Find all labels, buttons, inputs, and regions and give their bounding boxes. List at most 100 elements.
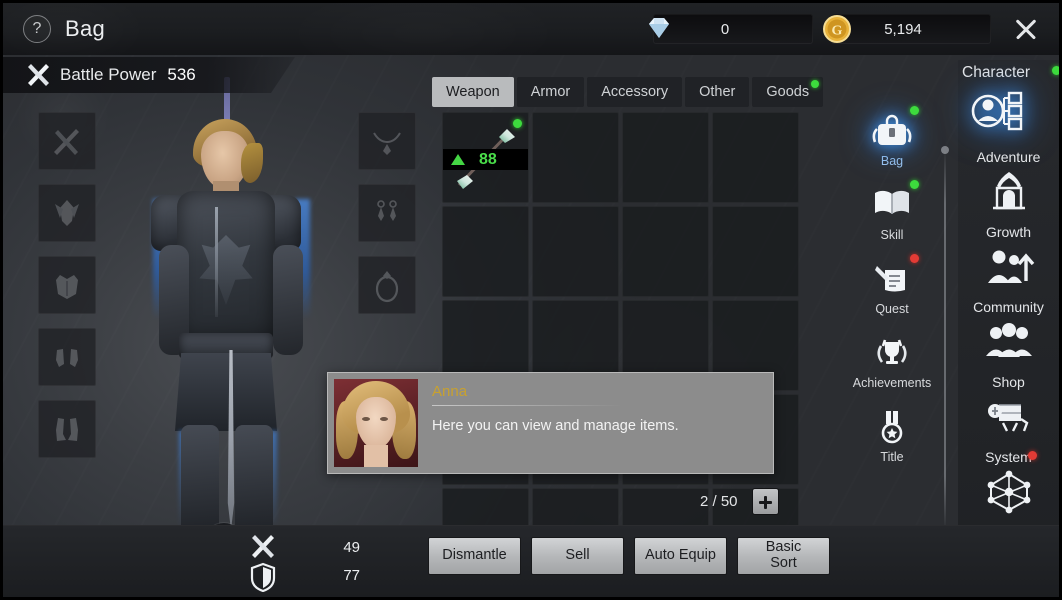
window-header: ? Bag 0 G 5,194 (3, 3, 1059, 55)
medal-icon (869, 404, 915, 448)
expand-capacity-button[interactable] (751, 488, 779, 515)
bag-badge-dot (910, 106, 919, 115)
item-level-bar: 88 (443, 149, 528, 170)
dismantle-button[interactable]: Dismantle (428, 537, 521, 575)
trophy-wreath-icon (869, 330, 915, 374)
ring-icon (375, 271, 399, 303)
menu-item-bag-label: Bag (880, 154, 904, 168)
anna-portrait (334, 379, 418, 467)
system-badge-dot (1028, 451, 1037, 460)
basic-sort-button[interactable]: Basic Sort (737, 537, 830, 575)
menu-item-skill[interactable]: Skill (856, 180, 928, 242)
nav-item-community[interactable]: Community (958, 299, 1059, 364)
diamond-currency[interactable]: 0 (649, 14, 813, 44)
tab-accessory[interactable]: Accessory (587, 77, 683, 107)
close-icon[interactable] (1009, 12, 1043, 46)
growth-arrow-icon (983, 241, 1035, 289)
crossed-swords-icon (28, 64, 49, 86)
nav-item-shop[interactable]: Shop (958, 374, 1059, 439)
menu-item-bag[interactable]: Bag (856, 106, 928, 168)
svg-text:G: G (832, 24, 843, 39)
menu-item-title[interactable]: Title (856, 404, 928, 464)
menu-item-achievements-label: Achievements (852, 376, 932, 390)
defense-value: 77 (343, 567, 360, 584)
basic-sort-label: Basic Sort (765, 539, 802, 571)
tab-accessory-label: Accessory (601, 84, 669, 100)
nav-item-adventure-label: Adventure (976, 149, 1041, 165)
inventory-slot-empty[interactable] (712, 206, 799, 297)
network-node-icon (983, 466, 1035, 514)
nav-item-adventure[interactable]: Adventure (958, 149, 1059, 214)
sell-button[interactable]: Sell (531, 537, 624, 575)
weapon-slot[interactable] (38, 112, 96, 170)
item-level-value: 88 (479, 150, 497, 168)
game-window: Weapon Armor Accessory Other Goods 88 2 … (0, 0, 1062, 600)
chest-armor-icon (56, 275, 78, 299)
necklace-slot[interactable] (358, 112, 416, 170)
menu-item-quest-label: Quest (875, 302, 909, 316)
helmet-icon (55, 200, 79, 226)
diamond-icon (649, 18, 669, 38)
tutorial-dialog[interactable]: Anna Here you can view and manage items. (327, 372, 774, 474)
battle-power-label: Battle Power (60, 65, 157, 84)
tab-armor[interactable]: Armor (516, 77, 585, 107)
nav-item-growth[interactable]: Growth (958, 224, 1059, 289)
gloves-slot[interactable] (38, 328, 96, 386)
scroll-quill-icon (869, 256, 915, 300)
dismantle-label: Dismantle (442, 547, 507, 564)
auto-equip-button[interactable]: Auto Equip (634, 537, 727, 575)
dialog-speaker-name: Anna (432, 383, 468, 400)
necklace-icon (373, 132, 401, 155)
dialog-divider (432, 405, 622, 406)
gold-currency[interactable]: G 5,194 (823, 14, 991, 44)
inventory-slot-empty[interactable] (712, 112, 799, 203)
tab-other-label: Other (699, 84, 736, 100)
character-model (123, 77, 353, 525)
equipment-slots-accessory (358, 112, 416, 328)
gloves-icon (56, 349, 78, 367)
inventory-slot-empty[interactable] (442, 206, 529, 297)
capacity-text: 2 / 50 (700, 493, 738, 510)
category-tabs: Weapon Armor Accessory Other Goods (432, 77, 824, 107)
menu-item-quest[interactable]: Quest (856, 254, 928, 316)
inventory-slot-empty[interactable] (622, 112, 709, 203)
shop-cart-icon (983, 391, 1035, 439)
sword-spear-icon (54, 129, 79, 155)
feature-menu: Bag Skill Quest Achievements Title (853, 106, 931, 478)
nav-item-character-label: Character (962, 64, 1031, 81)
dialog-message: Here you can view and manage items. (432, 418, 679, 434)
inventory-slot-empty[interactable] (532, 112, 619, 203)
panel-divider (941, 146, 949, 534)
tab-weapon[interactable]: Weapon (432, 77, 514, 107)
tab-goods[interactable]: Goods (752, 77, 824, 107)
tab-other[interactable]: Other (685, 77, 750, 107)
gold-coin-icon: G (823, 15, 851, 43)
sell-label: Sell (565, 547, 590, 564)
menu-item-achievements[interactable]: Achievements (853, 330, 931, 390)
nav-item-system[interactable]: System (958, 449, 1059, 514)
inventory-slot-empty[interactable] (622, 206, 709, 297)
battle-power-value: 536 (167, 65, 196, 84)
tab-goods-badge-dot (811, 80, 820, 88)
inventory-slot-filled[interactable]: 88 (442, 112, 529, 203)
boots-icon (56, 418, 78, 441)
nav-item-system-label: System (985, 449, 1032, 465)
shield-icon (250, 562, 276, 592)
help-button[interactable]: ? (23, 15, 51, 43)
menu-item-skill-label: Skill (880, 228, 904, 242)
earring-slot[interactable] (358, 184, 416, 242)
currency-bar: 0 G 5,194 (649, 12, 1059, 46)
skill-badge-dot (910, 180, 919, 189)
inventory-slot-empty[interactable] (532, 206, 619, 297)
tab-armor-label: Armor (530, 84, 571, 100)
chest-slot[interactable] (38, 256, 96, 314)
gate-icon (983, 166, 1035, 214)
menu-item-title-label: Title (880, 450, 904, 464)
tab-goods-label: Goods (766, 84, 810, 100)
tab-weapon-label: Weapon (446, 84, 500, 100)
boots-slot[interactable] (38, 400, 96, 458)
ring-slot[interactable] (358, 256, 416, 314)
nav-item-character[interactable]: Character (958, 64, 1061, 139)
attack-value: 49 (343, 539, 360, 556)
helmet-slot[interactable] (38, 184, 96, 242)
